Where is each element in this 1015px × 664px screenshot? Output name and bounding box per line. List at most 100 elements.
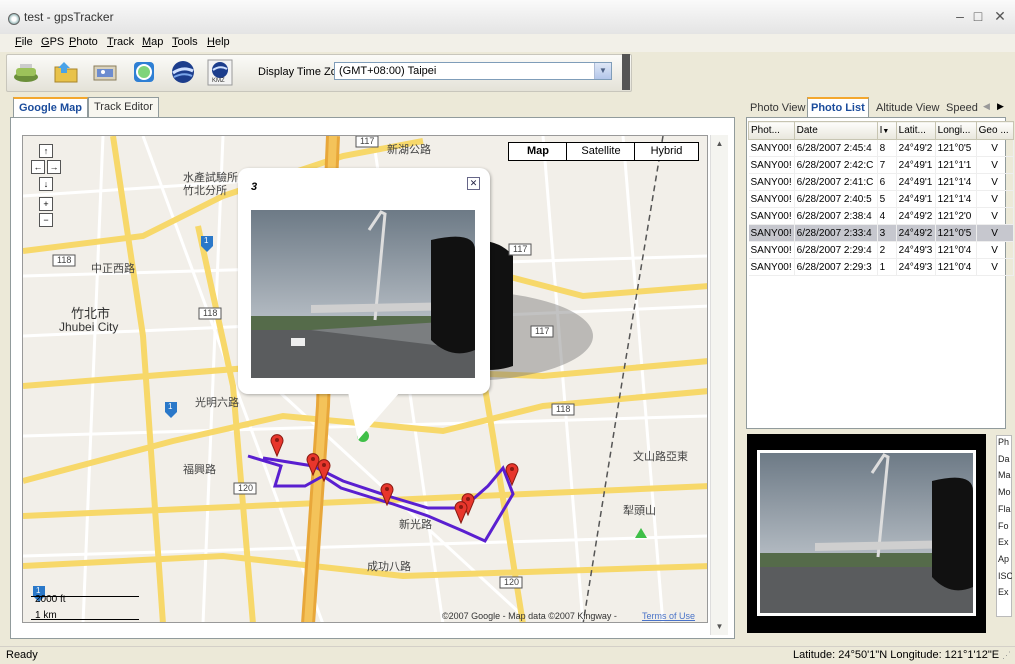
table-row[interactable]: SANY00! 6/28/2007 2:29:3 1 24°49'3 121°0'4 V: [748, 258, 1014, 276]
table-cell: SANY00!: [748, 190, 795, 208]
column-header-geo[interactable]: Geo ...: [975, 121, 1014, 140]
close-icon[interactable]: ✕: [467, 177, 480, 190]
exif-property-label: Mo: [998, 487, 1011, 498]
table-cell: 24°49'1: [896, 190, 936, 208]
pan-down-button[interactable]: ↓: [39, 177, 53, 191]
table-row[interactable]: SANY00! 6/28/2007 2:33:4 3 24°49'2 121°0'5 V: [748, 224, 1014, 242]
photo-pin-icon[interactable]: [270, 433, 284, 460]
table-cell: 121°1'4: [935, 173, 977, 191]
tab-google-map[interactable]: Google Map: [13, 97, 88, 118]
map-type-map-button[interactable]: Map: [508, 142, 568, 161]
table-row[interactable]: SANY00! 6/28/2007 2:40:5 5 24°49'1 121°1'4 V: [748, 190, 1014, 208]
road-118-label: 118: [57, 255, 72, 265]
photo-import-icon[interactable]: [91, 58, 119, 86]
cursor-coordinates: Latitude: 24°50'1"N Longitude: 121°1'12"…: [793, 649, 1000, 661]
chevron-down-icon[interactable]: ▼: [594, 63, 611, 79]
window-title: test - gpsTracker: [24, 10, 114, 24]
maximize-button[interactable]: □: [969, 8, 987, 24]
table-row[interactable]: SANY00! 6/28/2007 2:45:4 8 24°49'2 121°0'5 V: [748, 139, 1014, 157]
tab-photo-list[interactable]: Photo List: [807, 97, 869, 119]
preview-image: [760, 453, 973, 613]
pan-up-button[interactable]: ↑: [39, 144, 53, 158]
fuxing-road-label: 福興路: [183, 464, 216, 476]
browser-icon[interactable]: [130, 58, 158, 86]
table-cell: 6/28/2007 2:29:4: [794, 241, 878, 259]
zoom-out-button[interactable]: −: [39, 213, 53, 227]
litou-mountain-label: 犁頭山: [623, 505, 656, 517]
chevron-up-icon[interactable]: ▲: [711, 135, 728, 152]
menu-tools[interactable]: Tools: [172, 36, 198, 48]
table-row[interactable]: SANY00! 6/28/2007 2:41:C 6 24°49'1 121°1'4 V: [748, 173, 1014, 191]
zoom-in-button[interactable]: +: [39, 197, 53, 211]
column-header-date[interactable]: Date: [793, 121, 878, 140]
column-header-photo[interactable]: Phot...: [748, 121, 795, 140]
road-117-label: 117: [360, 136, 375, 146]
table-cell: 6: [877, 173, 897, 191]
table-cell: SANY00!: [748, 173, 795, 191]
toolbar-overflow-icon[interactable]: [622, 54, 630, 90]
table-cell: 24°49'3: [896, 258, 936, 276]
table-cell: 121°0'4: [935, 241, 977, 259]
exif-property-label: Fo: [998, 520, 1009, 531]
column-header-longitude[interactable]: Longi...: [934, 121, 977, 140]
map-type-satellite-button[interactable]: Satellite: [566, 142, 636, 161]
minimize-button[interactable]: –: [951, 8, 969, 24]
open-folder-icon[interactable]: [52, 58, 80, 86]
table-cell: 1: [877, 258, 897, 276]
table-cell: 6/28/2007 2:42:C: [794, 156, 878, 174]
tab-altitude-view[interactable]: Altitude View: [873, 99, 942, 117]
table-cell: V: [976, 173, 1014, 191]
photo-pin-icon[interactable]: [505, 462, 519, 489]
map-scrollbar[interactable]: ▲ ▼: [710, 135, 728, 635]
google-earth-icon[interactable]: [169, 58, 197, 86]
pan-right-button[interactable]: →: [47, 160, 61, 174]
close-button[interactable]: ✕: [991, 8, 1009, 25]
table-cell: SANY00!: [748, 156, 795, 174]
guangming-road-label: 光明六路: [195, 397, 239, 409]
tab-photo-view[interactable]: Photo View: [747, 99, 808, 117]
photo-pin-icon[interactable]: [380, 482, 394, 509]
status-text: Ready: [6, 649, 38, 661]
chenggong-road-label: 成功八路: [367, 561, 411, 573]
table-cell: 121°0'5: [935, 139, 977, 157]
menu-photo[interactable]: Photo: [69, 36, 98, 48]
google-earth-kmz-icon[interactable]: KMZ: [206, 58, 234, 86]
menu-track[interactable]: Track: [107, 36, 134, 48]
exif-property-label: Ex: [998, 537, 1009, 548]
zhongzheng-road-label: 中正西路: [91, 263, 135, 275]
exif-property-label: ISC: [998, 570, 1012, 581]
title-bar: [0, 0, 1015, 34]
table-row[interactable]: SANY00! 6/28/2007 2:29:4 2 24°49'3 121°0'4 V: [748, 241, 1014, 259]
column-header-index[interactable]: I▼: [876, 121, 897, 140]
table-cell: 6/28/2007 2:41:C: [794, 173, 878, 191]
menu-map[interactable]: Map: [142, 36, 163, 48]
tab-scroll-left-icon[interactable]: ◀: [983, 101, 990, 112]
tab-scroll-right-icon[interactable]: ▶: [997, 101, 1004, 112]
tab-speed[interactable]: Speed: [943, 99, 981, 117]
table-cell: 8: [877, 139, 897, 157]
table-row[interactable]: SANY00! 6/28/2007 2:38:4 4 24°49'2 121°2'0 V: [748, 207, 1014, 225]
menu-gps[interactable]: GPS: [41, 36, 64, 48]
tab-track-editor[interactable]: Track Editor: [88, 97, 159, 117]
photo-pin-icon[interactable]: [317, 458, 331, 485]
map-type-hybrid-button[interactable]: Hybrid: [634, 142, 699, 161]
table-cell: 121°2'0: [935, 207, 977, 225]
road-120-label: 120: [504, 577, 520, 587]
photo-preview[interactable]: [757, 450, 976, 616]
timezone-select[interactable]: (GMT+08:00) Taipei ▼: [334, 62, 612, 80]
resize-grip-icon[interactable]: ⋰: [1002, 650, 1011, 661]
exif-property-label: Fla: [998, 503, 1011, 514]
popup-photo[interactable]: [251, 210, 475, 378]
terms-of-use-link[interactable]: Terms of Use: [642, 611, 695, 621]
menu-help[interactable]: Help: [207, 36, 230, 48]
table-cell: V: [976, 156, 1014, 174]
gps-receiver-icon[interactable]: [12, 58, 40, 86]
chevron-down-icon[interactable]: ▼: [711, 618, 728, 635]
photo-pin-icon[interactable]: [454, 500, 468, 527]
table-row[interactable]: SANY00! 6/28/2007 2:42:C 7 24°49'1 121°1'1 V: [748, 156, 1014, 174]
column-header-latitude[interactable]: Latit...: [895, 121, 936, 140]
menu-file[interactable]: File: [15, 36, 33, 48]
pan-left-button[interactable]: ←: [31, 160, 45, 174]
table-cell: 2: [877, 241, 897, 259]
road-1-label: 1: [168, 402, 173, 411]
